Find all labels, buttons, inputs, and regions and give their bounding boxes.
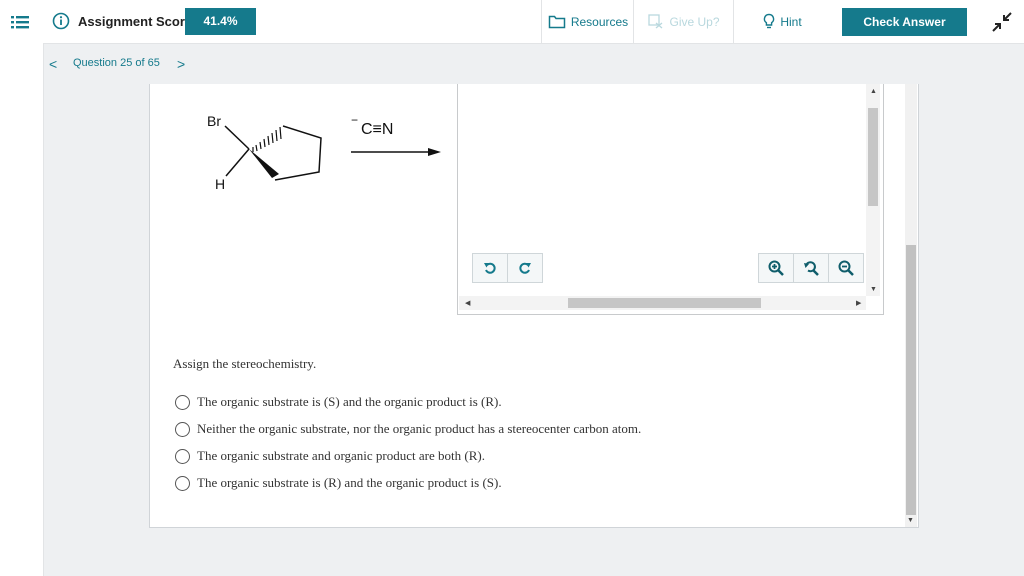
left-rail <box>0 0 44 576</box>
answer-option-3[interactable]: The organic substrate and organic produc… <box>175 448 485 464</box>
undo-icon <box>484 262 496 274</box>
answer-option-2[interactable]: Neither the organic substrate, nor the o… <box>175 421 641 437</box>
canvas-horizontal-scroll-thumb[interactable] <box>568 298 761 308</box>
canvas-scroll-right-arrow[interactable]: ▶ <box>856 299 861 307</box>
next-question-button[interactable]: > <box>177 56 185 72</box>
canvas-scroll-down-arrow[interactable]: ▼ <box>870 286 877 293</box>
question-counter: Question 25 of 65 <box>73 57 160 69</box>
reset-zoom-icon <box>804 261 819 276</box>
give-up-label: Give Up? <box>669 14 720 29</box>
hint-label: Hint <box>780 14 802 29</box>
question-nav: < Question 25 of 65 > <box>43 44 1024 84</box>
reaction-arrow <box>351 148 441 156</box>
check-answer-button[interactable]: Check Answer <box>842 8 967 36</box>
answer-option-label: Neither the organic substrate, nor the o… <box>197 421 642 436</box>
hashed-wedge-bond <box>252 126 282 152</box>
radio-button[interactable] <box>175 421 190 437</box>
answer-option-label: The organic substrate and organic produc… <box>197 448 485 463</box>
folder-icon <box>548 15 566 29</box>
previous-question-button[interactable]: < <box>49 56 57 72</box>
page-vertical-scroll-thumb[interactable] <box>906 245 916 515</box>
page-scroll-down-arrow[interactable]: ▼ <box>907 517 914 524</box>
lightbulb-icon <box>764 13 775 29</box>
undo-redo-toolbar <box>472 253 543 283</box>
top-bar: Assignment Score: 41.4% Resources Give U… <box>43 0 1024 44</box>
answer-option-4[interactable]: The organic substrate is (R) and the org… <box>175 475 502 491</box>
redo-button[interactable] <box>508 254 542 282</box>
give-up-icon <box>648 14 663 29</box>
radio-button[interactable] <box>175 394 190 410</box>
reagent-label: C≡N <box>361 121 393 138</box>
zoom-in-button[interactable] <box>759 254 794 282</box>
answer-option-label: The organic substrate is (S) and the org… <box>197 394 502 409</box>
answer-option-label: The organic substrate is (R) and the org… <box>197 475 502 490</box>
assignment-score-label: Assignment Score: <box>78 14 197 29</box>
zoom-out-button[interactable] <box>829 254 863 282</box>
answer-option-1[interactable]: The organic substrate is (S) and the org… <box>175 394 502 410</box>
assignment-score-value: 41.4% <box>185 8 256 35</box>
menu-icon[interactable] <box>9 11 31 33</box>
hydrogen-label: H <box>215 176 225 192</box>
zoom-toolbar <box>758 253 864 283</box>
reagent-charge: − <box>351 113 358 127</box>
bromine-label: Br <box>207 113 221 129</box>
radio-button[interactable] <box>175 448 190 464</box>
canvas-scroll-left-arrow[interactable]: ◀ <box>465 299 470 307</box>
question-prompt: Assign the stereochemistry. <box>173 356 317 371</box>
info-icon[interactable] <box>52 12 70 30</box>
solid-wedge-bond <box>249 149 279 178</box>
zoom-out-icon <box>838 260 854 276</box>
resources-label: Resources <box>570 14 629 29</box>
resources-button[interactable]: Resources <box>541 0 634 43</box>
reaction-scheme: Br H − C≡N <box>207 113 441 192</box>
canvas-vertical-scroll-thumb[interactable] <box>868 108 878 206</box>
zoom-in-icon <box>768 260 784 276</box>
radio-button[interactable] <box>175 475 190 491</box>
canvas-scroll-up-arrow[interactable]: ▲ <box>870 88 877 95</box>
redo-icon <box>519 262 531 274</box>
collapse-icon[interactable] <box>991 11 1013 33</box>
reset-zoom-button[interactable] <box>794 254 829 282</box>
undo-button[interactable] <box>473 254 508 282</box>
give-up-button[interactable]: Give Up? <box>633 0 734 43</box>
hint-button[interactable]: Hint <box>733 0 831 43</box>
